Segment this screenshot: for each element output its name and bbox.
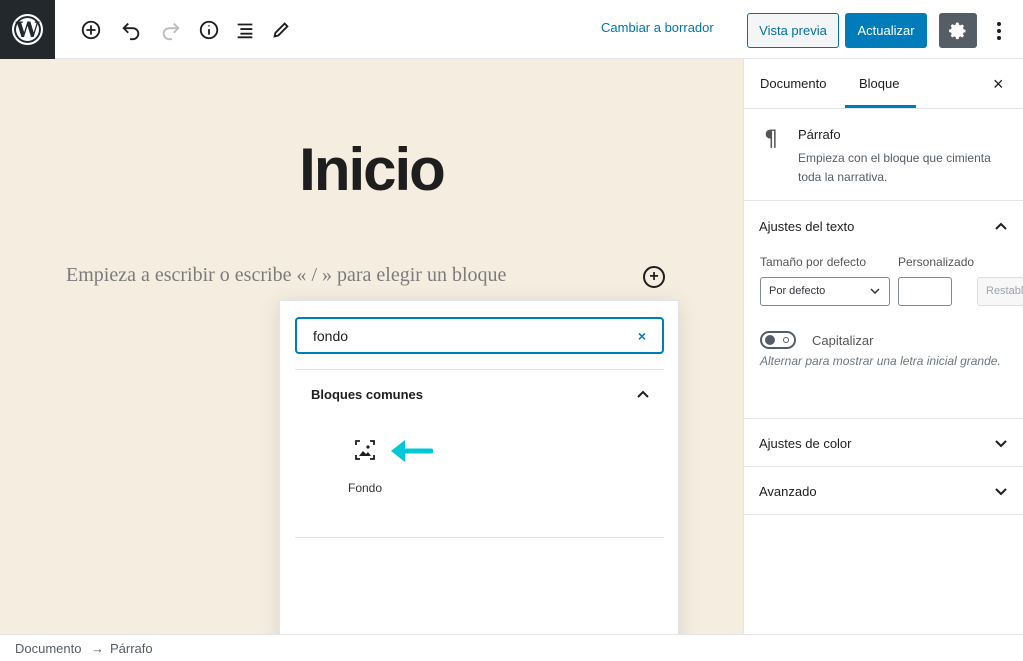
inline-inserter-icon[interactable]: +: [643, 266, 665, 288]
editor-toolbar: W Cambiar a borrador Vista previa Actual…: [0, 0, 1023, 59]
update-button[interactable]: Actualizar: [845, 13, 927, 48]
gear-icon: [949, 22, 966, 39]
block-card: ¶ Párrafo Empieza con el bloque que cimi…: [744, 109, 1023, 201]
block-item-label: Fondo: [347, 481, 383, 495]
chevron-up-icon[interactable]: [636, 387, 650, 401]
list-view-icon[interactable]: [230, 15, 260, 45]
info-icon[interactable]: [194, 15, 224, 45]
annotation-arrow-icon: [391, 440, 433, 462]
breadcrumb-separator: →: [91, 641, 104, 656]
tab-block[interactable]: Bloque: [859, 76, 899, 91]
breadcrumb: Documento → Párrafo: [0, 634, 1023, 661]
panel-advanced[interactable]: Avanzado: [744, 467, 1023, 515]
panel-title: Avanzado: [759, 484, 817, 499]
sidebar-tabs: Documento Bloque ×: [744, 59, 1023, 109]
divider: [295, 537, 664, 538]
preview-button[interactable]: Vista previa: [747, 13, 839, 48]
panel-title[interactable]: Ajustes del texto: [759, 219, 854, 234]
font-size-value: Por defecto: [769, 285, 826, 297]
more-options-icon[interactable]: [989, 16, 1009, 46]
drop-cap-help: Alternar para mostrar una letra inicial …: [760, 354, 1001, 368]
block-search-field[interactable]: ×: [295, 317, 664, 354]
section-title: Bloques comunes: [311, 387, 423, 402]
chevron-down-icon: [870, 288, 880, 295]
panel-text-settings: Ajustes del texto: [744, 201, 1023, 419]
undo-icon[interactable]: [116, 15, 146, 45]
switch-to-draft-link[interactable]: Cambiar a borrador: [601, 20, 714, 42]
block-card-title: Párrafo: [798, 127, 841, 142]
post-title[interactable]: Inicio: [0, 135, 743, 204]
panel-title: Ajustes de color: [759, 436, 852, 451]
clear-search-icon[interactable]: ×: [638, 328, 646, 344]
block-item-cover[interactable]: Fondo: [335, 431, 395, 501]
divider: [295, 369, 664, 370]
default-size-label: Tamaño por defecto: [760, 255, 867, 269]
paragraph-placeholder[interactable]: Empieza a escribir o escribe « / » para …: [66, 264, 506, 287]
block-search-input[interactable]: [313, 328, 613, 344]
block-editor: W Cambiar a borrador Vista previa Actual…: [0, 0, 1023, 661]
close-sidebar-icon[interactable]: ×: [993, 74, 1004, 95]
custom-size-input[interactable]: [898, 277, 952, 306]
block-card-description: Empieza con el bloque que cimienta toda …: [798, 151, 991, 184]
wordpress-logo-icon: W: [12, 14, 43, 45]
reset-button[interactable]: Restablecer: [977, 277, 1023, 306]
cover-image-icon: [355, 440, 375, 460]
breadcrumb-paragraph[interactable]: Párrafo: [110, 641, 153, 656]
chevron-down-icon: [995, 440, 1007, 448]
settings-button[interactable]: [939, 13, 977, 48]
add-block-icon[interactable]: [76, 15, 106, 45]
edit-icon[interactable]: [266, 15, 296, 45]
panel-color-settings[interactable]: Ajustes de color: [744, 419, 1023, 467]
tab-document[interactable]: Documento: [760, 76, 826, 91]
block-inserter-popover: × Bloques comunes Fondo: [279, 300, 679, 661]
breadcrumb-document[interactable]: Documento: [15, 641, 81, 656]
settings-sidebar: Documento Bloque × ¶ Párrafo Empieza con…: [743, 59, 1023, 634]
custom-size-label: Personalizado: [898, 255, 975, 269]
paragraph-icon: ¶: [764, 127, 778, 152]
active-tab-indicator: [845, 105, 916, 108]
redo-icon[interactable]: [156, 15, 186, 45]
chevron-up-icon[interactable]: [994, 219, 1008, 233]
drop-cap-label: Capitalizar: [812, 333, 874, 348]
font-size-select[interactable]: Por defecto: [760, 277, 890, 306]
drop-cap-toggle[interactable]: [760, 331, 796, 349]
chevron-down-icon: [995, 488, 1007, 496]
wordpress-logo-button[interactable]: W: [0, 0, 55, 59]
